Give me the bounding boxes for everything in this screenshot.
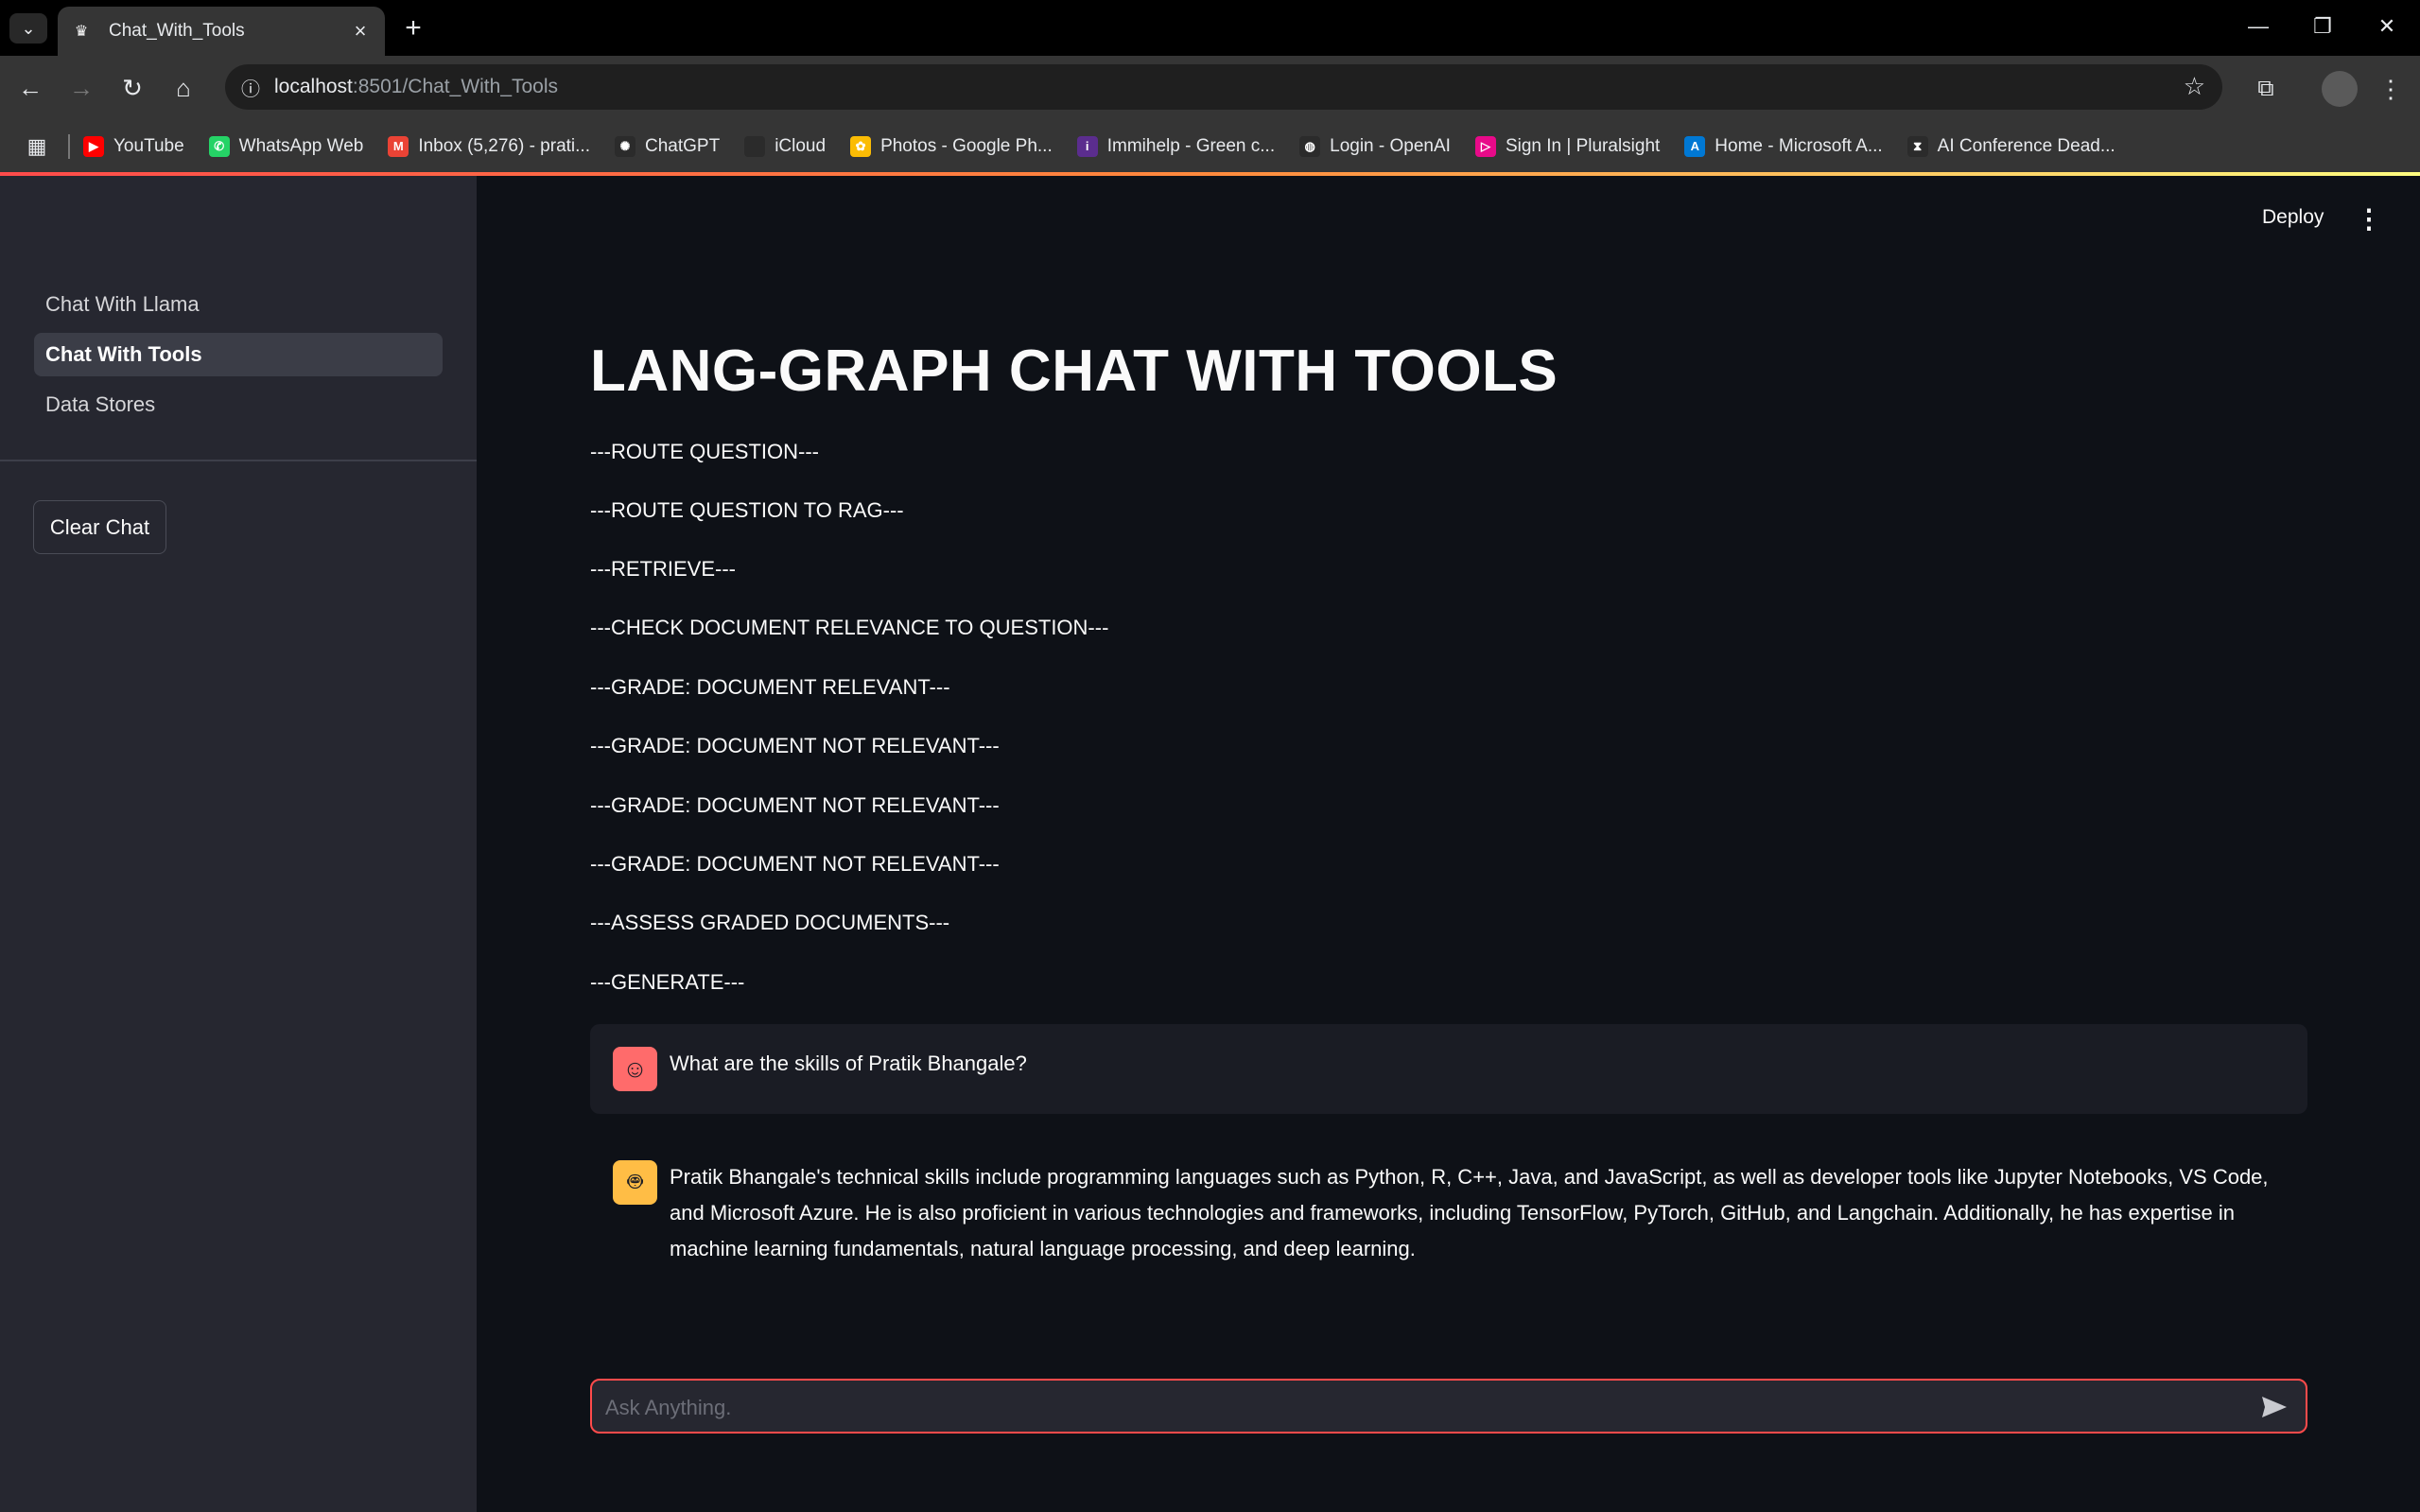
bot-avatar-icon: 🤖︎ (613, 1160, 657, 1205)
browser-tabstrip: ⌄ ♛ Chat_With_Tools × + — ❐ ✕ (0, 0, 2420, 56)
restore-button[interactable]: ❐ (2296, 9, 2349, 43)
azure-icon: A (1684, 135, 1706, 157)
bookmark-item[interactable]: ⧗ AI Conference Dead... (1906, 135, 2115, 157)
site-info-icon[interactable]: ⓘ (236, 73, 265, 101)
minimize-button[interactable]: — (2232, 9, 2285, 43)
home-button[interactable]: ⌂ (165, 69, 202, 107)
browser-toolbar: ← → ↻ ⌂ ⓘ localhost:8501/Chat_With_Tools… (0, 56, 2420, 120)
bookmark-item[interactable]: ✺ ChatGPT (614, 135, 721, 157)
bookmark-label: ChatGPT (644, 135, 721, 156)
youtube-icon: ▶ (83, 135, 104, 157)
bookmarks-divider (68, 133, 70, 159)
user-message-text: What are the skills of Pratik Bhangale? (670, 1051, 1027, 1075)
chat-message-assistant: 🤖︎ Pratik Bhangale's technical skills in… (590, 1144, 2307, 1277)
bookmark-label: WhatsApp Web (238, 135, 364, 156)
bookmark-item[interactable]: ✿ Photos - Google Ph... (850, 135, 1053, 157)
bookmark-item[interactable]: ▶ YouTube (83, 135, 184, 157)
globe-icon: ◍ (1299, 135, 1321, 157)
tab-title: Chat_With_Tools (109, 21, 245, 41)
deploy-button[interactable]: Deploy (2262, 206, 2324, 229)
close-window-button[interactable]: ✕ (2360, 9, 2413, 43)
app-menu-icon[interactable]: ⋮ (2355, 201, 2383, 235)
log-line: ---GRADE: DOCUMENT NOT RELEVANT--- (590, 734, 1000, 757)
log-line: ---ROUTE QUESTION--- (590, 440, 819, 463)
log-line: ---GRADE: DOCUMENT RELEVANT--- (590, 675, 950, 699)
bookmark-item[interactable]: iCloud (744, 135, 827, 157)
bookmark-label: AI Conference Dead... (1937, 135, 2115, 156)
bookmark-star-icon[interactable]: ☆ (2184, 72, 2205, 101)
whatsapp-icon: ✆ (208, 135, 230, 157)
extensions-icon[interactable]: ⧉ (2249, 72, 2283, 106)
bookmark-label: Inbox (5,276) - prati... (418, 135, 590, 156)
tab-close-icon[interactable]: × (347, 18, 374, 44)
bookmark-item[interactable]: A Home - Microsoft A... (1684, 135, 1883, 157)
chat-message-user: ☺ What are the skills of Pratik Bhangale… (590, 1024, 2307, 1114)
sidebar-divider (0, 460, 477, 461)
user-avatar-icon: ☺ (613, 1047, 657, 1091)
immihelp-icon: i (1076, 135, 1098, 157)
address-bar[interactable]: ⓘ localhost:8501/Chat_With_Tools ☆ (225, 64, 2222, 110)
tab-search-button[interactable]: ⌄ (9, 13, 47, 43)
bookmark-item[interactable]: ▷ Sign In | Pluralsight (1474, 135, 1661, 157)
hourglass-icon: ⧗ (1906, 135, 1928, 157)
gmail-icon: M (388, 135, 409, 157)
pluralsight-icon: ▷ (1474, 135, 1496, 157)
back-button[interactable]: ← (11, 69, 49, 107)
bookmark-label: iCloud (775, 135, 827, 156)
bookmark-item[interactable]: ◍ Login - OpenAI (1299, 135, 1451, 157)
sidebar-item-chat-with-llama[interactable]: Chat With Llama (34, 283, 443, 326)
assistant-message-text: Pratik Bhangale's technical skills inclu… (670, 1165, 2269, 1260)
log-line: ---CHECK DOCUMENT RELEVANCE TO QUESTION-… (590, 616, 1109, 639)
bookmark-label: Home - Microsoft A... (1715, 135, 1883, 156)
log-line: ---GENERATE--- (590, 970, 745, 994)
log-line: ---ROUTE QUESTION TO RAG--- (590, 498, 904, 522)
url-text: localhost:8501/Chat_With_Tools (274, 76, 559, 97)
bookmark-label: Sign In | Pluralsight (1505, 135, 1661, 156)
chat-input[interactable] (603, 1390, 2215, 1426)
bookmark-item[interactable]: M Inbox (5,276) - prati... (388, 135, 590, 157)
bookmark-label: Login - OpenAI (1330, 135, 1451, 156)
streamlit-favicon-icon: ♛ (74, 24, 89, 40)
log-line: ---RETRIEVE--- (590, 557, 736, 581)
profile-avatar[interactable] (2322, 71, 2358, 107)
bookmark-label: Immihelp - Green c... (1106, 135, 1276, 156)
clear-chat-button[interactable]: Clear Chat (33, 500, 166, 554)
sidebar-item-chat-with-tools[interactable]: Chat With Tools (34, 333, 443, 376)
chatgpt-icon: ✺ (614, 135, 635, 157)
browser-menu-icon[interactable]: ⋮ (2374, 72, 2408, 106)
bookmark-label: Photos - Google Ph... (880, 135, 1053, 156)
apps-grid-icon[interactable]: ▦ (25, 134, 49, 159)
reload-button[interactable]: ↻ (113, 69, 151, 107)
google-photos-icon: ✿ (850, 135, 872, 157)
log-line: ---GRADE: DOCUMENT NOT RELEVANT--- (590, 852, 1000, 876)
sidebar-item-data-stores[interactable]: Data Stores (34, 383, 443, 426)
bookmark-item[interactable]: i Immihelp - Green c... (1076, 135, 1276, 157)
bookmarks-bar: ▦ ▶ YouTube ✆ WhatsApp Web M Inbox (5,276) - … (0, 120, 2420, 172)
page-title: LANG-GRAPH CHAT WITH TOOLS (590, 339, 1558, 404)
log-line: ---ASSESS GRADED DOCUMENTS--- (590, 911, 950, 934)
chat-input-box (590, 1379, 2307, 1434)
new-tab-button[interactable]: + (397, 12, 429, 43)
sidebar: Chat With Llama Chat With Tools Data Sto… (0, 176, 477, 1512)
bookmark-label: YouTube (113, 135, 184, 156)
bookmark-item[interactable]: ✆ WhatsApp Web (208, 135, 364, 157)
apple-icon (744, 135, 766, 157)
browser-tab-active[interactable]: ♛ Chat_With_Tools × (58, 7, 385, 56)
forward-button[interactable]: → (62, 69, 100, 107)
log-line: ---GRADE: DOCUMENT NOT RELEVANT--- (590, 793, 1000, 817)
send-icon[interactable] (2256, 1390, 2292, 1424)
